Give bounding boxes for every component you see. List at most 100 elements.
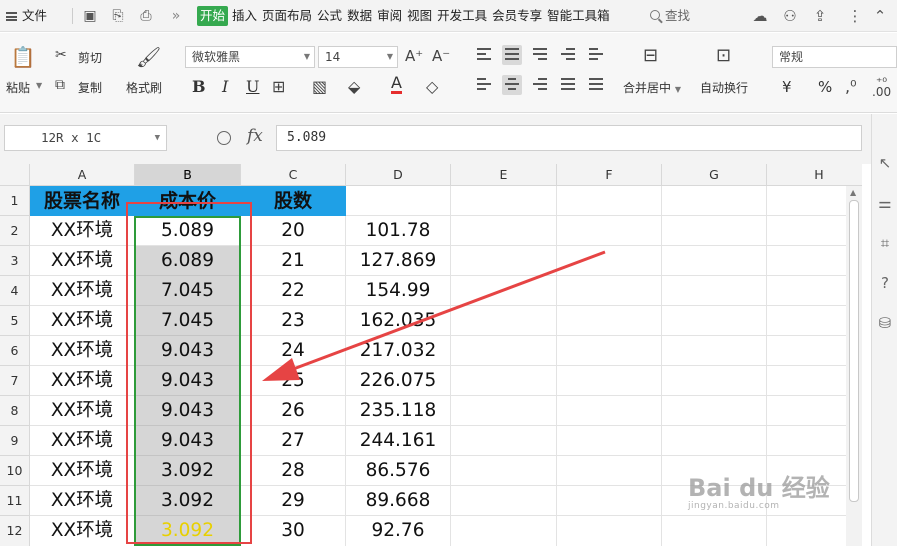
data-cell[interactable]: XX环境: [30, 306, 135, 336]
row-header[interactable]: 5: [0, 306, 30, 336]
cell[interactable]: [451, 516, 557, 546]
header-cell[interactable]: [346, 186, 451, 216]
help-icon[interactable]: ?: [876, 274, 894, 292]
more-icon[interactable]: »: [166, 0, 186, 32]
data-cell[interactable]: 226.075: [346, 366, 451, 396]
header-cell[interactable]: 成本价: [135, 186, 241, 216]
cell[interactable]: [557, 396, 662, 426]
collapse-ribbon-icon[interactable]: ⌃: [868, 0, 892, 32]
column-header-e[interactable]: E: [451, 164, 557, 186]
row-header[interactable]: 11: [0, 486, 30, 516]
distributed-button[interactable]: [586, 75, 606, 95]
cell[interactable]: [451, 276, 557, 306]
scroll-up-icon[interactable]: ▲: [850, 188, 856, 197]
data-cell[interactable]: 9.043: [135, 336, 241, 366]
data-cell[interactable]: 22: [241, 276, 346, 306]
border-icon[interactable]: ⊞: [272, 77, 285, 96]
row-header[interactable]: 12: [0, 516, 30, 546]
data-cell[interactable]: 3.092: [135, 516, 241, 546]
justify-button[interactable]: [558, 75, 578, 95]
cell[interactable]: [451, 396, 557, 426]
export-pdf-icon[interactable]: ⎘: [108, 0, 128, 32]
cell[interactable]: [662, 246, 767, 276]
fill-color-icon[interactable]: ⬙: [348, 77, 360, 96]
cell[interactable]: [557, 456, 662, 486]
data-cell[interactable]: 89.668: [346, 486, 451, 516]
row-header[interactable]: 6: [0, 336, 30, 366]
row-header[interactable]: 9: [0, 426, 30, 456]
share-user-icon[interactable]: ⚇: [778, 0, 802, 32]
data-cell[interactable]: 3.092: [135, 456, 241, 486]
data-cell[interactable]: 23: [241, 306, 346, 336]
align-left-button[interactable]: [474, 75, 494, 95]
cell[interactable]: [451, 306, 557, 336]
data-cell[interactable]: 28: [241, 456, 346, 486]
cell[interactable]: [557, 486, 662, 516]
row-header[interactable]: 10: [0, 456, 30, 486]
data-cell[interactable]: 25: [241, 366, 346, 396]
data-cell[interactable]: 154.99: [346, 276, 451, 306]
tab-smart-toolbox[interactable]: 智能工具箱: [546, 0, 611, 32]
cell[interactable]: [662, 396, 767, 426]
column-header-c[interactable]: C: [241, 164, 346, 186]
cell[interactable]: [557, 336, 662, 366]
cell[interactable]: [451, 366, 557, 396]
row-header[interactable]: 2: [0, 216, 30, 246]
italic-button[interactable]: I: [222, 77, 228, 96]
data-cell[interactable]: XX环境: [30, 246, 135, 276]
format-painter-button[interactable]: 格式刷: [126, 79, 162, 96]
cell[interactable]: [662, 426, 767, 456]
cell[interactable]: [451, 336, 557, 366]
tab-page-layout[interactable]: 页面布局: [261, 0, 313, 32]
data-cell[interactable]: XX环境: [30, 516, 135, 546]
scrollbar-thumb[interactable]: [849, 200, 859, 502]
align-right-button[interactable]: [530, 75, 550, 95]
bold-button[interactable]: B: [192, 77, 206, 96]
tab-data[interactable]: 数据: [346, 0, 373, 32]
column-header-g[interactable]: G: [662, 164, 767, 186]
data-cell[interactable]: 101.78: [346, 216, 451, 246]
cell[interactable]: [662, 336, 767, 366]
cloud-icon[interactable]: ☁: [748, 0, 772, 32]
column-header-h[interactable]: H: [767, 164, 862, 186]
font-color-icon[interactable]: A: [391, 75, 402, 94]
data-cell[interactable]: XX环境: [30, 456, 135, 486]
chevron-down-icon[interactable]: ▼: [36, 81, 42, 90]
number-format-select[interactable]: 常规: [772, 46, 897, 68]
crop-icon[interactable]: ⌗: [876, 234, 894, 252]
merge-center-button[interactable]: 合并居中 ▼: [623, 79, 681, 96]
paste-icon[interactable]: 📋: [10, 45, 36, 69]
row-header[interactable]: 8: [0, 396, 30, 426]
cell[interactable]: [557, 306, 662, 336]
tab-home[interactable]: 开始: [197, 6, 229, 26]
cell[interactable]: [557, 366, 662, 396]
decrease-font-icon[interactable]: A⁻: [432, 47, 450, 65]
data-cell[interactable]: 86.576: [346, 456, 451, 486]
column-header-b[interactable]: B: [135, 164, 241, 186]
cell[interactable]: [557, 216, 662, 246]
data-cell[interactable]: 7.045: [135, 306, 241, 336]
cell[interactable]: [662, 186, 767, 216]
export-icon[interactable]: ⇪: [808, 0, 832, 32]
tab-formulas[interactable]: 公式: [316, 0, 343, 32]
thousands-separator-icon[interactable]: ,⁰: [845, 77, 857, 96]
align-middle-button[interactable]: [502, 45, 522, 65]
row-header[interactable]: 1: [0, 186, 30, 216]
header-cell[interactable]: 股票名称: [30, 186, 135, 216]
data-cell[interactable]: XX环境: [30, 216, 135, 246]
cell[interactable]: [451, 426, 557, 456]
increase-decimal-icon[interactable]: ⁺⁰ .00: [872, 76, 891, 98]
file-menu[interactable]: 文件: [6, 0, 47, 32]
data-cell[interactable]: 162.035: [346, 306, 451, 336]
select-all-corner[interactable]: [0, 164, 30, 186]
data-cell[interactable]: 3.092: [135, 486, 241, 516]
data-cell[interactable]: 217.032: [346, 336, 451, 366]
align-bottom-button[interactable]: [530, 45, 550, 65]
data-cell[interactable]: 26: [241, 396, 346, 426]
column-header-f[interactable]: F: [557, 164, 662, 186]
row-header[interactable]: 7: [0, 366, 30, 396]
underline-button[interactable]: U: [246, 77, 259, 96]
wrap-text-button[interactable]: 自动换行: [700, 79, 748, 96]
save-icon[interactable]: ▣: [80, 0, 100, 32]
row-header[interactable]: 4: [0, 276, 30, 306]
